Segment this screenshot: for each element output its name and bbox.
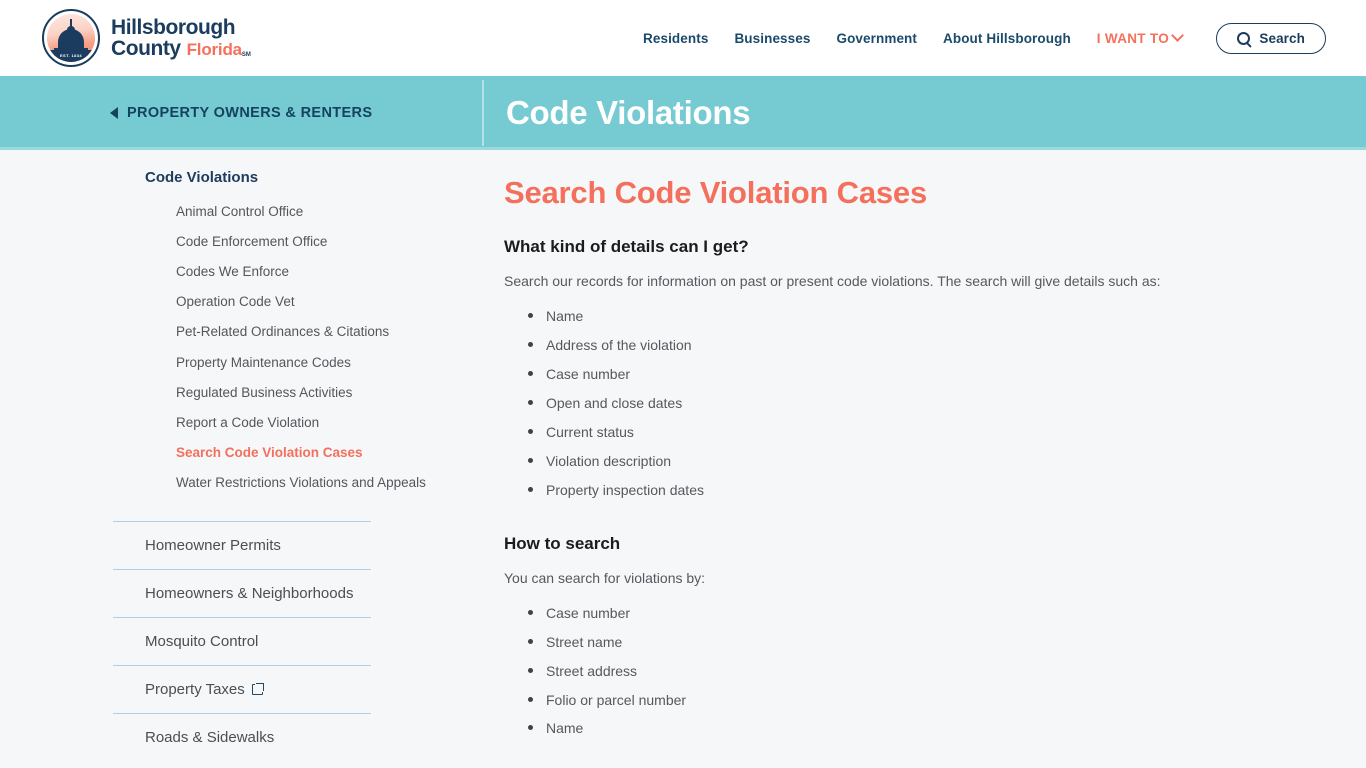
list-item: Street address [524,657,1326,686]
sidebar-item-water-restrictions[interactable]: Water Restrictions Violations and Appeal… [176,468,484,498]
list-item: Current status [524,418,1326,447]
page-body: Code Violations Animal Control Office Co… [0,150,1366,768]
sidebar-item-regulated-business-activities[interactable]: Regulated Business Activities [176,377,484,407]
sidebar-item-operation-code-vet[interactable]: Operation Code Vet [176,287,484,317]
sidebar-item-property-maintenance-codes[interactable]: Property Maintenance Codes [176,347,484,377]
details-list: Name Address of the violation Case numbe… [524,302,1326,504]
list-item: Name [524,714,1326,743]
main-content: Search Code Violation Cases What kind of… [484,150,1366,768]
breadcrumb-label: PROPERTY OWNERS & RENTERS [127,105,373,121]
sidebar-item-animal-control-office[interactable]: Animal Control Office [176,196,484,226]
list-item: Folio or parcel number [524,686,1326,715]
logo-sm-mark: SM [241,52,251,59]
sidebar-item-homeowners-neighborhoods[interactable]: Homeowners & Neighborhoods [113,568,371,617]
sidebar-item-roads-sidewalks-label: Roads & Sidewalks [145,728,275,746]
sidebar-item-code-enforcement-office[interactable]: Code Enforcement Office [176,226,484,256]
list-item: Property inspection dates [524,476,1326,505]
sidebar-item-search-code-violation-cases[interactable]: Search Code Violation Cases [176,438,484,468]
list-item: Case number [524,599,1326,628]
external-link-icon [251,682,264,695]
logo-line-2: County [111,37,181,60]
list-item: Name [524,302,1326,331]
list-item: Open and close dates [524,389,1326,418]
logo-line-1: Hillsborough [111,15,236,39]
chevron-down-icon [1171,28,1184,42]
seal-est-text: EST. 1834 [59,53,83,58]
nav-item-i-want-to[interactable]: I WANT TO [1096,28,1184,46]
how-to-search-heading: How to search [504,533,621,553]
sidebar: Code Violations Animal Control Office Co… [0,150,484,768]
sidebar-item-codes-we-enforce[interactable]: Codes We Enforce [176,256,484,286]
section-title: Code Violations [506,94,751,131]
site-header: EST. 1834 Hillsborough County Florida SM… [0,0,1366,76]
sidebar-item-mosquito-control-label: Mosquito Control [145,632,259,650]
list-item: Violation description [524,447,1326,476]
triangle-left-icon [110,107,118,119]
sidebar-item-homeowners-neighborhoods-label: Homeowners & Neighborhoods [145,584,354,602]
list-item: Case number [524,360,1326,389]
nav-item-businesses[interactable]: Businesses [734,31,810,46]
nav-item-about-hillsborough[interactable]: About Hillsborough [943,31,1071,46]
sidebar-item-mosquito-control[interactable]: Mosquito Control [113,616,371,665]
sidebar-item-report-a-code-violation[interactable]: Report a Code Violation [176,407,484,437]
breadcrumb-back-link[interactable]: PROPERTY OWNERS & RENTERS [110,105,372,121]
header-search-button[interactable]: Search [1216,22,1326,54]
sidebar-item-homeowner-permits-label: Homeowner Permits [145,536,281,554]
search-icon [1237,31,1251,45]
sidebar-item-property-taxes[interactable]: Property Taxes [113,664,371,713]
site-logo[interactable]: EST. 1834 Hillsborough County Florida SM [42,9,251,67]
nav-item-residents[interactable]: Residents [643,31,708,46]
logo-state: Florida [186,40,242,59]
page-title: Search Code Violation Cases [504,175,928,210]
nav-item-i-want-to-label: I WANT TO [1096,30,1169,46]
sidebar-item-pet-related-ordinances[interactable]: Pet-Related Ordinances & Citations [176,317,484,347]
county-seal-icon: EST. 1834 [42,9,100,67]
sidebar-item-roads-sidewalks[interactable]: Roads & Sidewalks [113,712,371,761]
section-header-bar: PROPERTY OWNERS & RENTERS Code Violation… [0,76,1366,150]
how-to-search-list: Case number Street name Street address F… [524,599,1326,743]
details-intro: Search our records for information on pa… [504,273,1161,289]
logo-wordmark: Hillsborough County Florida SM [111,15,251,60]
details-heading: What kind of details can I get? [504,237,749,256]
main-navigation: Residents Businesses Government About Hi… [643,28,1184,46]
list-item: Street name [524,628,1326,657]
sidebar-item-property-taxes-label: Property Taxes [145,680,245,698]
header-search-label: Search [1259,30,1305,46]
list-item: Address of the violation [524,331,1326,360]
nav-item-government[interactable]: Government [836,31,917,46]
sidebar-item-homeowner-permits[interactable]: Homeowner Permits [113,520,371,569]
sidebar-related-topics: Homeowner Permits Homeowners & Neighborh… [113,520,371,761]
sidebar-section-title: Code Violations [145,169,259,186]
how-to-search-intro: You can search for violations by: [504,569,706,586]
breadcrumb-panel: PROPERTY OWNERS & RENTERS [0,76,484,150]
